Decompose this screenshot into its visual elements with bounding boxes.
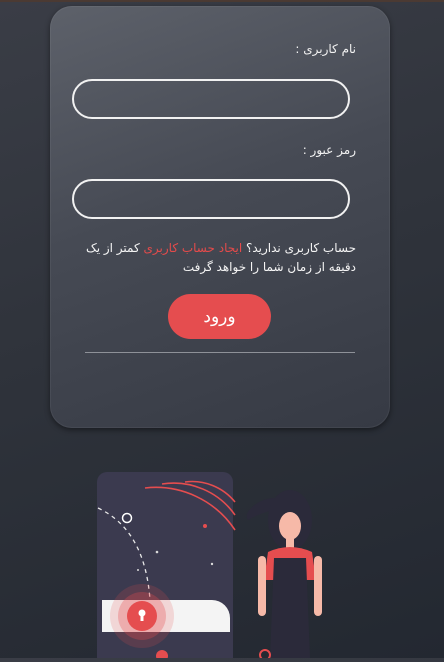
neck	[286, 538, 294, 548]
username-label: نام کاربری :	[295, 42, 356, 56]
divider	[85, 352, 355, 353]
star-dot	[155, 550, 159, 554]
signup-prefix: حساب کاربری ندارید؟	[246, 241, 356, 255]
star-dot-3	[210, 562, 214, 566]
top-border	[0, 0, 444, 2]
overalls	[270, 558, 310, 658]
small-dot	[203, 524, 207, 528]
lock-icon-stem	[140, 615, 144, 621]
face	[279, 512, 301, 540]
login-card: نام کاربری : رمز عبور : حساب کاربری ندار…	[50, 6, 390, 428]
username-input[interactable]	[72, 79, 350, 119]
password-input[interactable]	[72, 179, 350, 219]
signup-link[interactable]: ایجاد حساب کاربری	[144, 241, 243, 255]
signup-text: حساب کاربری ندارید؟ ایجاد حساب کاربری کم…	[66, 239, 356, 277]
star-dot-2	[137, 569, 139, 571]
login-button[interactable]: ورود	[168, 294, 271, 339]
left-arm	[258, 556, 266, 616]
keyring	[259, 649, 271, 661]
password-label: رمز عبور :	[302, 143, 356, 157]
phone-lock-woman-illustration	[90, 470, 350, 662]
illustration-svg	[97, 472, 322, 662]
right-arm	[314, 556, 322, 616]
